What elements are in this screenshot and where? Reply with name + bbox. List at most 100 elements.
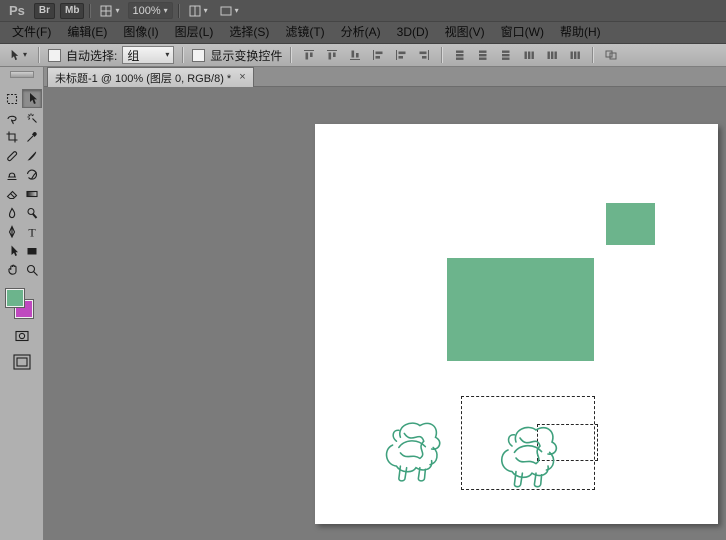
green-rectangle [606,203,655,245]
chevron-down-icon: ▾ [204,7,208,15]
mini-bridge-button[interactable]: Mb [60,3,84,19]
arrange-documents-button[interactable]: ▾ [185,3,211,19]
menu-3d[interactable]: 3D(D) [389,22,437,43]
tool-preset-button[interactable]: ▾ [4,49,30,62]
spot-healing-brush-tool[interactable] [2,146,22,165]
clone-stamp-tool[interactable] [2,165,22,184]
align-horizontal-centers-icon[interactable] [392,47,410,64]
blur-drop-icon [5,206,19,220]
move-tool-icon [7,49,20,62]
show-transform-checkbox[interactable] [192,49,205,62]
hand-tool[interactable] [2,260,22,279]
align-top-edges-icon[interactable] [300,47,318,64]
tools-grid: T [0,89,43,279]
hand-icon [5,263,19,277]
options-separator [290,47,292,63]
crop-icon [5,130,19,144]
menu-file[interactable]: 文件(F) [4,22,59,43]
dodge-tool[interactable] [22,203,42,222]
distribute-top-edges-icon[interactable] [451,47,469,64]
options-separator [182,47,184,63]
menu-window[interactable]: 窗口(W) [493,22,552,43]
distribute-bottom-edges-icon[interactable] [497,47,515,64]
move-tool[interactable] [22,89,42,108]
history-brush-tool[interactable] [22,165,42,184]
brush-icon [25,149,39,163]
rectangular-marquee-tool[interactable] [2,89,22,108]
color-swatches [0,285,44,325]
eyedropper-tool[interactable] [22,127,42,146]
quick-mask-icon [14,329,30,343]
auto-select-label: 自动选择: [66,47,117,64]
magic-wand-icon [25,111,39,125]
align-right-edges-icon[interactable] [415,47,433,64]
zoom-level-control[interactable]: 100% ▾ [128,2,173,19]
menu-image[interactable]: 图像(I) [115,22,166,43]
show-transform-label: 显示变换控件 [210,47,282,64]
launch-bridge-button[interactable]: Br [34,3,55,19]
tools-panel-grip[interactable] [0,71,44,81]
auto-select-value: 组 [127,47,139,64]
menu-bar: 文件(F) 编辑(E) 图像(I) 图层(L) 选择(S) 滤镜(T) 分析(A… [0,22,726,44]
menu-edit[interactable]: 编辑(E) [59,22,115,43]
magnifier-icon [25,263,39,277]
arrange-documents-icon [188,4,202,18]
zoom-tool[interactable] [22,260,42,279]
auto-align-layers-icon[interactable] [602,47,620,64]
grid-icon [99,4,113,18]
path-selection-tool[interactable] [2,241,22,260]
healing-brush-icon [5,149,19,163]
chevron-down-icon: ▾ [165,51,169,59]
chevron-down-icon: ▾ [23,51,27,59]
distribute-vertical-centers-icon[interactable] [474,47,492,64]
eraser-icon [5,187,19,201]
options-separator [592,47,594,63]
appbar-separator [178,4,180,18]
magic-wand-tool[interactable] [22,108,42,127]
clone-stamp-icon [5,168,19,182]
document-tab[interactable]: 未标题-1 @ 100% (图层 0, RGB/8) * × [47,67,254,87]
screen-mode-icon [219,4,233,18]
eraser-tool[interactable] [2,184,22,203]
screen-mode-toggle-button[interactable] [0,347,44,377]
options-bar: ▾ 自动选择: 组 ▾ 显示变换控件 [0,44,726,67]
canvas-workspace [44,87,726,540]
menu-help[interactable]: 帮助(H) [552,22,609,43]
distribute-horizontal-centers-icon[interactable] [543,47,561,64]
rectangle-shape-tool[interactable] [22,241,42,260]
menu-analysis[interactable]: 分析(A) [333,22,389,43]
foreground-color-swatch[interactable] [6,289,24,307]
brush-tool[interactable] [22,146,42,165]
align-left-edges-icon[interactable] [369,47,387,64]
distribute-left-edges-icon[interactable] [520,47,538,64]
pen-icon [5,225,19,239]
align-vertical-centers-icon[interactable] [323,47,341,64]
screen-mode-button[interactable]: ▾ [216,3,242,19]
screen-frame-icon [12,353,32,371]
lasso-tool[interactable] [2,108,22,127]
document-canvas[interactable] [315,124,718,524]
menu-select[interactable]: 选择(S) [221,22,277,43]
close-icon[interactable]: × [239,72,245,83]
menu-layer[interactable]: 图层(L) [167,22,222,43]
align-bottom-edges-icon[interactable] [346,47,364,64]
gradient-icon [25,187,39,201]
gradient-tool[interactable] [22,184,42,203]
menu-filter[interactable]: 滤镜(T) [277,22,332,43]
photoshop-logo: Ps [5,3,29,18]
appbar-separator [89,4,91,18]
menu-view[interactable]: 视图(V) [437,22,493,43]
type-tool[interactable]: T [22,222,42,241]
distribute-right-edges-icon[interactable] [566,47,584,64]
pen-tool[interactable] [2,222,22,241]
green-rectangle [447,258,594,361]
auto-select-checkbox[interactable] [48,49,61,62]
type-icon: T [25,225,39,239]
crop-tool[interactable] [2,127,22,146]
sketch-drawing [377,406,455,492]
view-extras-button[interactable]: ▾ [96,3,122,19]
blur-tool[interactable] [2,203,22,222]
auto-select-dropdown[interactable]: 组 ▾ [122,46,174,64]
quick-mask-button[interactable] [0,325,44,347]
options-separator [441,47,443,63]
